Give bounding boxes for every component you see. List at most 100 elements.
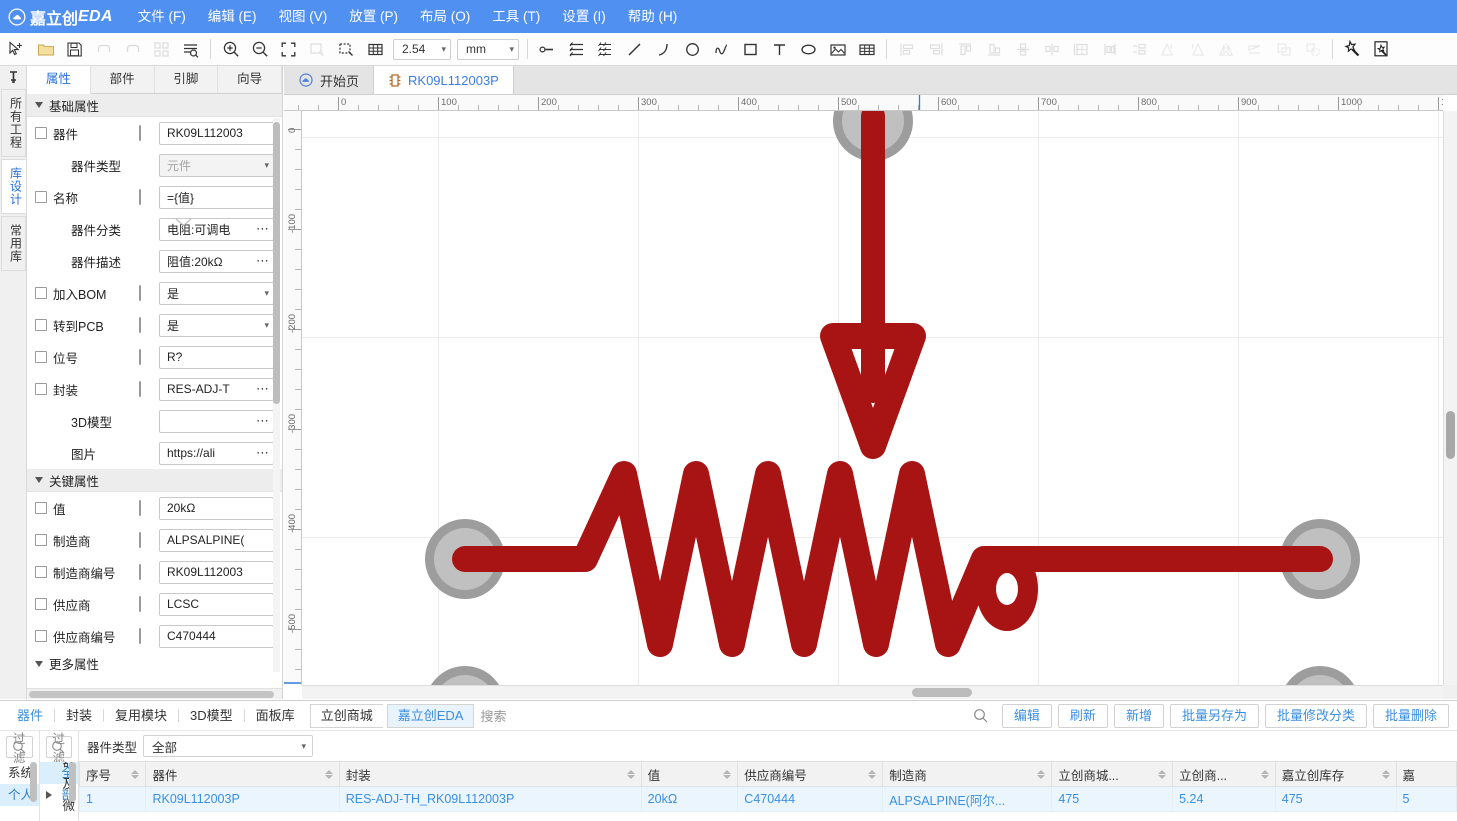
collapse-hint-icon[interactable] <box>175 216 192 230</box>
property-value-component[interactable]: RK09L112003 <box>159 121 274 145</box>
value-checkbox[interactable] <box>139 381 141 397</box>
arc-icon[interactable] <box>649 36 678 63</box>
cell-component[interactable]: RK09L112003P <box>145 786 340 812</box>
distribute-h-icon[interactable] <box>1095 36 1124 63</box>
rect-icon[interactable] <box>736 36 765 63</box>
ellipsis-icon[interactable]: ⋯ <box>253 445 269 461</box>
rail-tab-library-design[interactable]: 库设计 <box>0 159 26 214</box>
menu-layout[interactable]: 布局 (O) <box>409 0 481 33</box>
library-search-input[interactable]: 搜索 <box>480 704 995 728</box>
table-row[interactable]: 1 RK09L112003P RES-ADJ-TH_RK09L112003P 2… <box>79 786 1457 812</box>
property-value-value[interactable]: 20kΩ <box>159 496 274 520</box>
property-value-supplier[interactable]: LCSC <box>159 592 274 616</box>
group-header-more[interactable]: 更多属性 <box>27 652 282 675</box>
row-checkbox[interactable] <box>35 598 47 610</box>
tab-pins[interactable]: 引脚 <box>154 66 219 93</box>
menu-file[interactable]: 文件 (F) <box>127 0 197 33</box>
col-footprint[interactable]: 封装 <box>338 761 642 787</box>
doc-tab-start-page[interactable]: 开始页 <box>284 66 375 94</box>
property-value-manufacturer[interactable]: ALPSALPINE( <box>159 528 274 552</box>
line-icon[interactable] <box>620 36 649 63</box>
property-value-designator[interactable]: R? <box>159 345 274 369</box>
system-filter-input[interactable]: 过滤 <box>6 732 33 765</box>
rail-tab-common-library[interactable]: 常用库 <box>0 216 26 271</box>
cell-footprint[interactable]: RES-ADJ-TH_RK09L112003P <box>338 786 642 812</box>
distribute-grid-icon[interactable] <box>1066 36 1095 63</box>
value-checkbox[interactable] <box>139 532 141 548</box>
adjustable-resistor-symbol[interactable] <box>302 111 1443 685</box>
value-checkbox[interactable] <box>139 628 141 644</box>
align-bottom-icon[interactable] <box>979 36 1008 63</box>
lib-tab-footprints[interactable]: 封装 <box>55 701 103 731</box>
refresh-button[interactable]: 刷新 <box>1057 703 1108 728</box>
vertical-ruler[interactable]: 0 -100 -200 -300 -400 -500 <box>284 111 302 685</box>
value-checkbox[interactable] <box>139 500 141 516</box>
value-checkbox[interactable] <box>139 317 141 333</box>
canvas-vertical-scrollbar[interactable] <box>1443 111 1457 685</box>
property-value-add-bom[interactable]: 是 ▾ <box>159 281 274 305</box>
property-value-to-pcb[interactable]: 是 ▾ <box>159 313 274 337</box>
row-checkbox[interactable] <box>35 287 47 299</box>
batch-edit-category-button[interactable]: 批量修改分类 <box>1264 703 1367 728</box>
tab-attributes[interactable]: 属性 <box>27 66 91 94</box>
menu-settings[interactable]: 设置 (I) <box>551 0 617 33</box>
align-center-v-icon[interactable] <box>1008 36 1037 63</box>
rail-tab-all-projects[interactable]: 所有工程 <box>0 89 26 157</box>
bus-entry-icon[interactable] <box>591 36 620 63</box>
property-value-image[interactable]: https://ali ⋯ <box>159 441 274 465</box>
select-area-icon[interactable] <box>332 36 361 63</box>
row-checkbox[interactable] <box>35 351 47 363</box>
zoom-out-icon[interactable] <box>245 36 274 63</box>
property-value-spn[interactable]: C470444 <box>159 624 274 648</box>
zoom-area-icon[interactable] <box>303 36 332 63</box>
schematic-canvas[interactable] <box>302 111 1443 685</box>
row-checkbox[interactable] <box>35 630 47 642</box>
row-checkbox[interactable] <box>35 191 47 203</box>
col-mall-price[interactable]: 立创商... <box>1172 761 1276 787</box>
bus-icon[interactable] <box>562 36 591 63</box>
grid-toggle-icon[interactable] <box>361 36 390 63</box>
unit-select[interactable]: mm ▾ <box>457 38 519 60</box>
row-checkbox[interactable] <box>35 319 47 331</box>
pointer-add-icon[interactable] <box>2 36 31 63</box>
distribute-v-icon[interactable] <box>1124 36 1153 63</box>
value-checkbox[interactable] <box>139 285 141 301</box>
property-value-footprint[interactable]: RES-ADJ-T ⋯ <box>159 377 274 401</box>
tab-wizard[interactable]: 向导 <box>218 66 282 93</box>
lib-source-jlceda[interactable]: 嘉立创EDA <box>386 703 475 728</box>
doc-tab-symbol[interactable]: RK09L112003P <box>374 66 514 94</box>
ellipse-icon[interactable] <box>794 36 823 63</box>
col-component[interactable]: 器件 <box>145 761 340 787</box>
value-checkbox[interactable] <box>139 189 141 205</box>
tab-parts[interactable]: 部件 <box>90 66 155 93</box>
component-type-select[interactable]: 全部 ▾ <box>143 735 314 757</box>
undo-icon[interactable] <box>89 36 118 63</box>
category-filter-input[interactable]: 过滤 <box>45 732 73 765</box>
list-search-icon[interactable] <box>176 36 205 63</box>
lib-tab-3d-models[interactable]: 3D模型 <box>179 701 244 731</box>
col-manufacturer[interactable]: 制造商 <box>882 761 1053 787</box>
value-checkbox[interactable] <box>139 349 141 365</box>
ellipsis-icon[interactable]: ⋯ <box>253 253 269 269</box>
row-checkbox[interactable] <box>35 534 47 546</box>
value-checkbox[interactable] <box>139 125 141 141</box>
menu-help[interactable]: 帮助 (H) <box>617 0 689 33</box>
ellipsis-icon[interactable]: ⋯ <box>253 221 269 237</box>
magic-doc-icon[interactable] <box>1367 36 1396 63</box>
grid-blocks-icon[interactable] <box>147 36 176 63</box>
zoom-in-icon[interactable] <box>216 36 245 63</box>
open-folder-icon[interactable] <box>31 36 60 63</box>
ellipsis-icon[interactable]: ⋯ <box>253 381 269 397</box>
mirror-v-icon[interactable] <box>1211 36 1240 63</box>
property-value-3d-model[interactable]: ⋯ <box>159 409 274 433</box>
row-checkbox[interactable] <box>35 502 47 514</box>
cell-supplier-pn[interactable]: C470444 <box>737 786 884 812</box>
triangle-right-icon[interactable] <box>45 791 52 799</box>
polyline-icon[interactable] <box>707 36 736 63</box>
property-value-component-type[interactable]: 元件 ▾ <box>159 153 274 177</box>
search-icon[interactable] <box>51 740 65 757</box>
brand-logo-area[interactable]: 嘉立创 EDA <box>0 0 127 33</box>
canvas-horizontal-scrollbar[interactable] <box>302 685 1443 699</box>
pin-icon[interactable] <box>0 66 26 89</box>
properties-hscrollbar[interactable] <box>27 688 282 699</box>
